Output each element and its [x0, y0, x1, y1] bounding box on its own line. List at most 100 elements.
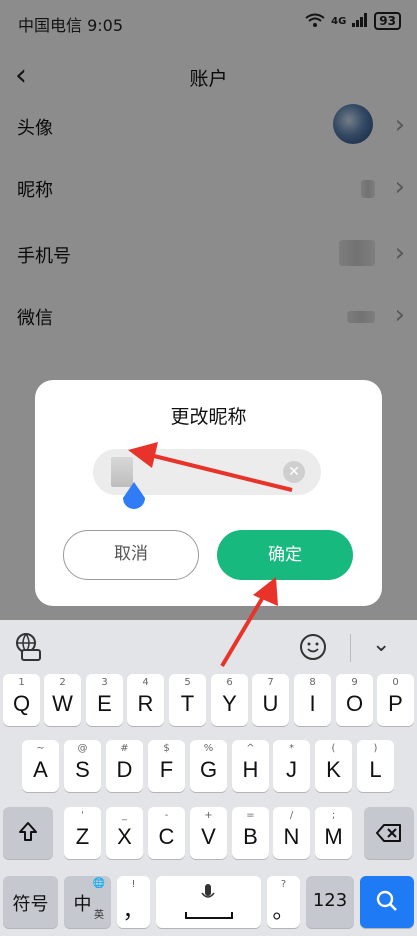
- key-i[interactable]: 8I: [294, 674, 331, 726]
- key-label: N: [283, 824, 300, 849]
- symbols-key[interactable]: 符号: [3, 876, 58, 928]
- keyboard-settings-icon[interactable]: [14, 632, 44, 662]
- toolbar-divider: [350, 634, 351, 662]
- key-e[interactable]: 3E: [86, 674, 123, 726]
- cancel-button[interactable]: 取消: [63, 530, 199, 580]
- key-label: D: [116, 757, 133, 782]
- key-m[interactable]: ; M: [315, 807, 352, 859]
- key-z[interactable]: ' Z: [64, 807, 101, 859]
- key-b[interactable]: = B: [232, 807, 269, 859]
- globe-icon: 🌐: [92, 878, 105, 889]
- key-label: R: [137, 691, 154, 716]
- key-k[interactable]: (K: [315, 740, 352, 792]
- key-q[interactable]: 1Q: [3, 674, 40, 726]
- key-label: B: [243, 824, 258, 849]
- collapse-keyboard-icon[interactable]: ⌄: [372, 632, 390, 657]
- key-label: P: [388, 691, 403, 716]
- key-label: I: [309, 691, 316, 716]
- shift-icon: [19, 822, 37, 841]
- soft-keyboard: ⌄ 1Q 2W 3E 4R 5T 6Y 7U 8I 9O 0P ~ A @ S # D…: [0, 620, 417, 936]
- key-sub-label: #: [120, 743, 129, 754]
- key-n[interactable]: / N: [273, 807, 310, 859]
- key-label: V: [201, 824, 216, 849]
- key-f[interactable]: $ F: [148, 740, 185, 792]
- key-o[interactable]: 9O: [336, 674, 373, 726]
- key-sub-label: 5: [184, 677, 191, 688]
- key-sub-label: ): [373, 743, 378, 754]
- space-icon: [185, 912, 233, 919]
- period-key[interactable]: ? 。: [267, 876, 300, 928]
- key-sub-label: 9: [351, 677, 358, 688]
- key-sub-label: @: [77, 743, 88, 754]
- confirm-button[interactable]: 确定: [217, 530, 353, 580]
- microphone-icon: [201, 884, 215, 898]
- key-sub-label: !: [131, 879, 136, 890]
- change-nickname-dialog: 更改昵称 ✕ 取消 确定: [35, 380, 382, 606]
- shift-key[interactable]: [3, 807, 53, 859]
- key-label: ，: [122, 898, 145, 923]
- key-label: G: [199, 757, 218, 782]
- key-j[interactable]: * J: [273, 740, 310, 792]
- key-sub-label: ~: [36, 743, 45, 754]
- key-label: K: [326, 757, 341, 782]
- key-label: C: [158, 824, 175, 849]
- key-t[interactable]: 5T: [169, 674, 206, 726]
- key-sub-label: 7: [267, 677, 274, 688]
- key-label: W: [52, 691, 73, 716]
- emoji-icon[interactable]: [300, 634, 326, 660]
- key-sub-label: $: [163, 743, 170, 754]
- space-key[interactable]: [156, 876, 261, 928]
- key-label: Q: [12, 691, 31, 716]
- key-u[interactable]: 7U: [252, 674, 289, 726]
- key-l[interactable]: ) L: [357, 740, 394, 792]
- key-sub-label: 3: [101, 677, 108, 688]
- key-d[interactable]: # D: [106, 740, 143, 792]
- key-sub-label: +: [204, 810, 213, 821]
- key-sub-label: ;: [331, 810, 336, 821]
- key-g[interactable]: % G: [190, 740, 227, 792]
- text-cursor-handle-icon[interactable]: [121, 482, 147, 514]
- key-label: H: [242, 757, 259, 782]
- key-s[interactable]: @ S: [64, 740, 101, 792]
- key-label: E: [97, 691, 112, 716]
- key-label: L: [369, 757, 382, 782]
- key-label: S: [75, 757, 90, 782]
- comma-key[interactable]: ! ，: [117, 876, 150, 928]
- key-label: Y: [222, 691, 237, 716]
- key-label: T: [180, 691, 195, 716]
- key-sub-label: 2: [59, 677, 66, 688]
- backspace-key[interactable]: [364, 807, 414, 859]
- key-a[interactable]: ~ A: [22, 740, 59, 792]
- dialog-title: 更改昵称: [170, 406, 247, 428]
- key-sub-label: 6: [226, 677, 233, 688]
- key-x[interactable]: _ X: [106, 807, 143, 859]
- key-label: Z: [75, 824, 90, 849]
- key-sub-label: 8: [309, 677, 316, 688]
- search-key[interactable]: [360, 876, 414, 928]
- key-sub-label: /: [289, 810, 294, 821]
- language-switch-key[interactable]: 中 🌐 英: [64, 876, 111, 928]
- key-label: O: [345, 691, 364, 716]
- key-sub-label: 4: [142, 677, 149, 688]
- key-sub-label: 0: [392, 677, 399, 688]
- key-label: M: [324, 824, 343, 849]
- key-sub-label: =: [246, 810, 255, 821]
- key-w[interactable]: 2W: [44, 674, 81, 726]
- clear-icon[interactable]: ✕: [283, 461, 305, 483]
- key-c[interactable]: -C: [148, 807, 185, 859]
- key-sub-label: ': [81, 810, 84, 821]
- key-v[interactable]: + V: [190, 807, 227, 859]
- backspace-icon: [376, 824, 401, 842]
- key-sub-label: *: [289, 743, 294, 754]
- numbers-key[interactable]: 123: [306, 876, 354, 928]
- keyboard-toolbar: ⌄: [0, 620, 417, 676]
- key-h[interactable]: ^ H: [232, 740, 269, 792]
- key-sub-label: 英: [94, 910, 104, 921]
- key-y[interactable]: 6Y: [211, 674, 248, 726]
- key-r[interactable]: 4R: [127, 674, 164, 726]
- key-label: 123: [312, 890, 348, 911]
- key-sub-label: 1: [18, 677, 25, 688]
- key-sub-label: %: [203, 743, 214, 754]
- key-p[interactable]: 0P: [377, 674, 414, 726]
- key-label: 。: [272, 898, 295, 923]
